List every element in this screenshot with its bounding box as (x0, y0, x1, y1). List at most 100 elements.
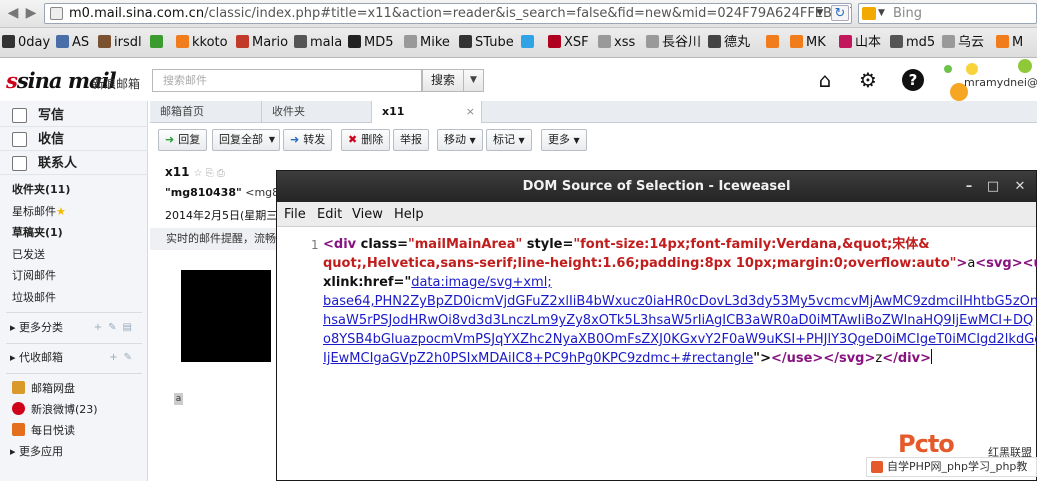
reply-all-button[interactable]: 回复全部 ▼ (212, 129, 280, 151)
folder-spam[interactable]: 垃圾邮件 (12, 291, 56, 305)
forward-arrow-icon[interactable]: ▶ (22, 4, 40, 22)
mark-button[interactable]: 标记 ▼ (486, 129, 532, 151)
bookmark-item[interactable]: 山本 (839, 35, 881, 51)
home-icon[interactable]: ⌂ (814, 69, 836, 91)
bookmark-item[interactable]: AS (56, 35, 89, 51)
bookmark-item[interactable]: MD5 (348, 35, 394, 51)
url-input[interactable]: m0.mail.sina.com.cn/classic/index.php#ti… (44, 3, 852, 24)
delete-button[interactable]: ✖ 删除 (341, 129, 391, 151)
mail-search-options-icon[interactable]: ▼ (464, 69, 484, 92)
reply-button[interactable]: ➜ 回复 (158, 129, 208, 151)
folder-drafts[interactable]: 草稿夹(1) (12, 226, 63, 240)
svg-rectangle-image[interactable] (181, 270, 271, 362)
data-uri-link[interactable]: hsaW5rPSJodHRwOi8vd3d3LnczLm9yZy8xOTk5L3… (323, 313, 1033, 328)
bookmark-item[interactable] (766, 35, 782, 51)
bookmark-item[interactable]: mala (294, 35, 342, 51)
move-label: 移动 (444, 133, 466, 146)
bookmark-label: M (1012, 35, 1024, 50)
move-button[interactable]: 移动 ▼ (437, 129, 483, 151)
report-button[interactable]: 举报 (393, 129, 429, 151)
bookmark-item[interactable]: 德丸 (708, 35, 750, 51)
bookmark-item[interactable]: Mike (404, 35, 450, 51)
folder-sent[interactable]: 已发送 (12, 248, 45, 262)
bookmark-item[interactable]: XSF (548, 35, 589, 51)
web-search-input[interactable]: ▼ Bing (858, 3, 1037, 24)
data-uri-link[interactable]: o8YSB4bGluazpocmVmPSJqYXZhc2NyaXB0OmFsZX… (323, 332, 1037, 347)
data-uri-link[interactable]: IjEwMCIgaGVpZ2h0PSIxMDAiIC8+PC9hPg0KPC9z… (323, 351, 753, 366)
contacts-button[interactable]: 联系人 (0, 152, 148, 175)
more-apps-section[interactable]: ▸ 更多应用 (0, 445, 148, 459)
reload-icon[interactable]: ↻ (831, 5, 849, 21)
mail-search-input[interactable]: 搜索邮件 (152, 69, 422, 92)
bookmark-label: 長谷川 (662, 35, 702, 50)
minimize-icon[interactable]: – (959, 171, 979, 202)
mail-search-button[interactable]: 搜索 (422, 69, 464, 92)
chevron-down-icon: ▼ (518, 136, 525, 145)
pencil-icon (12, 108, 27, 123)
bookmark-item[interactable]: kkoto (176, 35, 228, 51)
menu-edit[interactable]: Edit (317, 207, 342, 223)
bookmark-item[interactable]: md5 (890, 35, 935, 51)
url-history-dropdown-icon[interactable]: ▼ (813, 4, 827, 23)
proxy-tools-icons[interactable]: +✎ (109, 351, 138, 365)
menu-view[interactable]: View (352, 207, 383, 223)
maximize-icon[interactable]: □ (983, 171, 1003, 202)
bookmark-item[interactable] (150, 35, 166, 51)
watermark-bar-text: 自学PHP网_php学习_php教 (887, 460, 1028, 473)
compose-button[interactable]: 写信 (0, 104, 148, 127)
subject-action-icons[interactable]: ☆ ⎘ ⎙ (193, 168, 224, 179)
bookmark-item[interactable]: 長谷川 (646, 35, 701, 51)
search-engine-dropdown-icon[interactable]: ▼ (878, 4, 885, 23)
folder-starred[interactable]: 星标邮件★ (12, 205, 66, 219)
bookmark-item[interactable]: M (996, 35, 1023, 51)
decorative-dot (1018, 59, 1032, 73)
app-netdisk[interactable]: 邮箱网盘 (12, 381, 75, 396)
bookmark-item[interactable]: 0day (2, 35, 50, 51)
data-uri-link[interactable]: base64,PHN2ZyBpZD0icmVjdGFuZ2xlIiB4bWxuc… (323, 294, 1037, 309)
bookmark-favicon-icon (348, 35, 361, 48)
more-folders-section[interactable]: ▸ 更多分类 +✎▤ (0, 321, 148, 335)
user-account-name[interactable]: mramydnei@si (964, 76, 1037, 89)
tab-x11[interactable]: x11 × (372, 101, 482, 123)
receive-button[interactable]: 收信 (0, 128, 148, 151)
bing-engine-icon[interactable] (862, 7, 876, 20)
source-line: xlink:href="data:image/svg+xml; (323, 273, 552, 292)
bookmark-item[interactable]: irsdl (98, 35, 142, 51)
bookmark-favicon-icon (839, 35, 852, 48)
data-uri-link[interactable]: data:image/svg+xml; (411, 275, 552, 290)
bookmark-label: md5 (906, 35, 936, 50)
tab-inbox[interactable]: 收件夹 (262, 101, 372, 123)
bookmark-item[interactable] (521, 35, 537, 51)
more-folders-label: 更多分类 (19, 321, 64, 334)
folder-inbox[interactable]: 收件夹(11) (12, 183, 70, 197)
app-daily-read[interactable]: 每日悦读 (12, 423, 75, 438)
bookmark-label: AS (72, 35, 90, 50)
notification-banner[interactable]: 实时的邮件提醒，流畅的 (150, 228, 280, 250)
help-icon[interactable]: ? (902, 69, 924, 91)
menu-help[interactable]: Help (394, 207, 424, 223)
bookmark-favicon-icon (176, 35, 189, 48)
menu-file[interactable]: File (284, 207, 306, 223)
gear-icon[interactable]: ⚙ (857, 69, 879, 91)
netdisk-icon (12, 381, 25, 394)
message-sender[interactable]: "mg810438" <mg810 (165, 186, 293, 199)
folder-subscriptions[interactable]: 订阅邮件 (12, 269, 56, 283)
bookmark-item[interactable]: xss (598, 35, 635, 51)
bookmark-item[interactable]: Mario (236, 35, 288, 51)
close-tab-icon[interactable]: × (466, 101, 475, 123)
back-arrow-icon[interactable]: ◀ (4, 4, 22, 22)
site-favicon-icon (50, 7, 63, 20)
bookmark-label: MK (806, 35, 826, 50)
bookmark-item[interactable]: MK (790, 35, 826, 51)
proxy-mail-section[interactable]: ▸ 代收邮箱 +✎ (0, 351, 148, 365)
tab-mail-home[interactable]: 邮箱首页 (150, 101, 262, 123)
bookmark-item[interactable]: 乌云 (942, 35, 984, 51)
forward-button[interactable]: ➜ 转发 (283, 129, 333, 151)
bookmark-favicon-icon (646, 35, 659, 48)
more-button[interactable]: 更多 ▼ (541, 129, 587, 151)
folder-tools-icons[interactable]: +✎▤ (94, 321, 138, 335)
app-weibo[interactable]: 新浪微博(23) (12, 402, 98, 417)
reply-label: 回复 (178, 133, 201, 146)
close-icon[interactable]: ✕ (1010, 171, 1030, 202)
bookmark-item[interactable]: STube (459, 35, 514, 51)
